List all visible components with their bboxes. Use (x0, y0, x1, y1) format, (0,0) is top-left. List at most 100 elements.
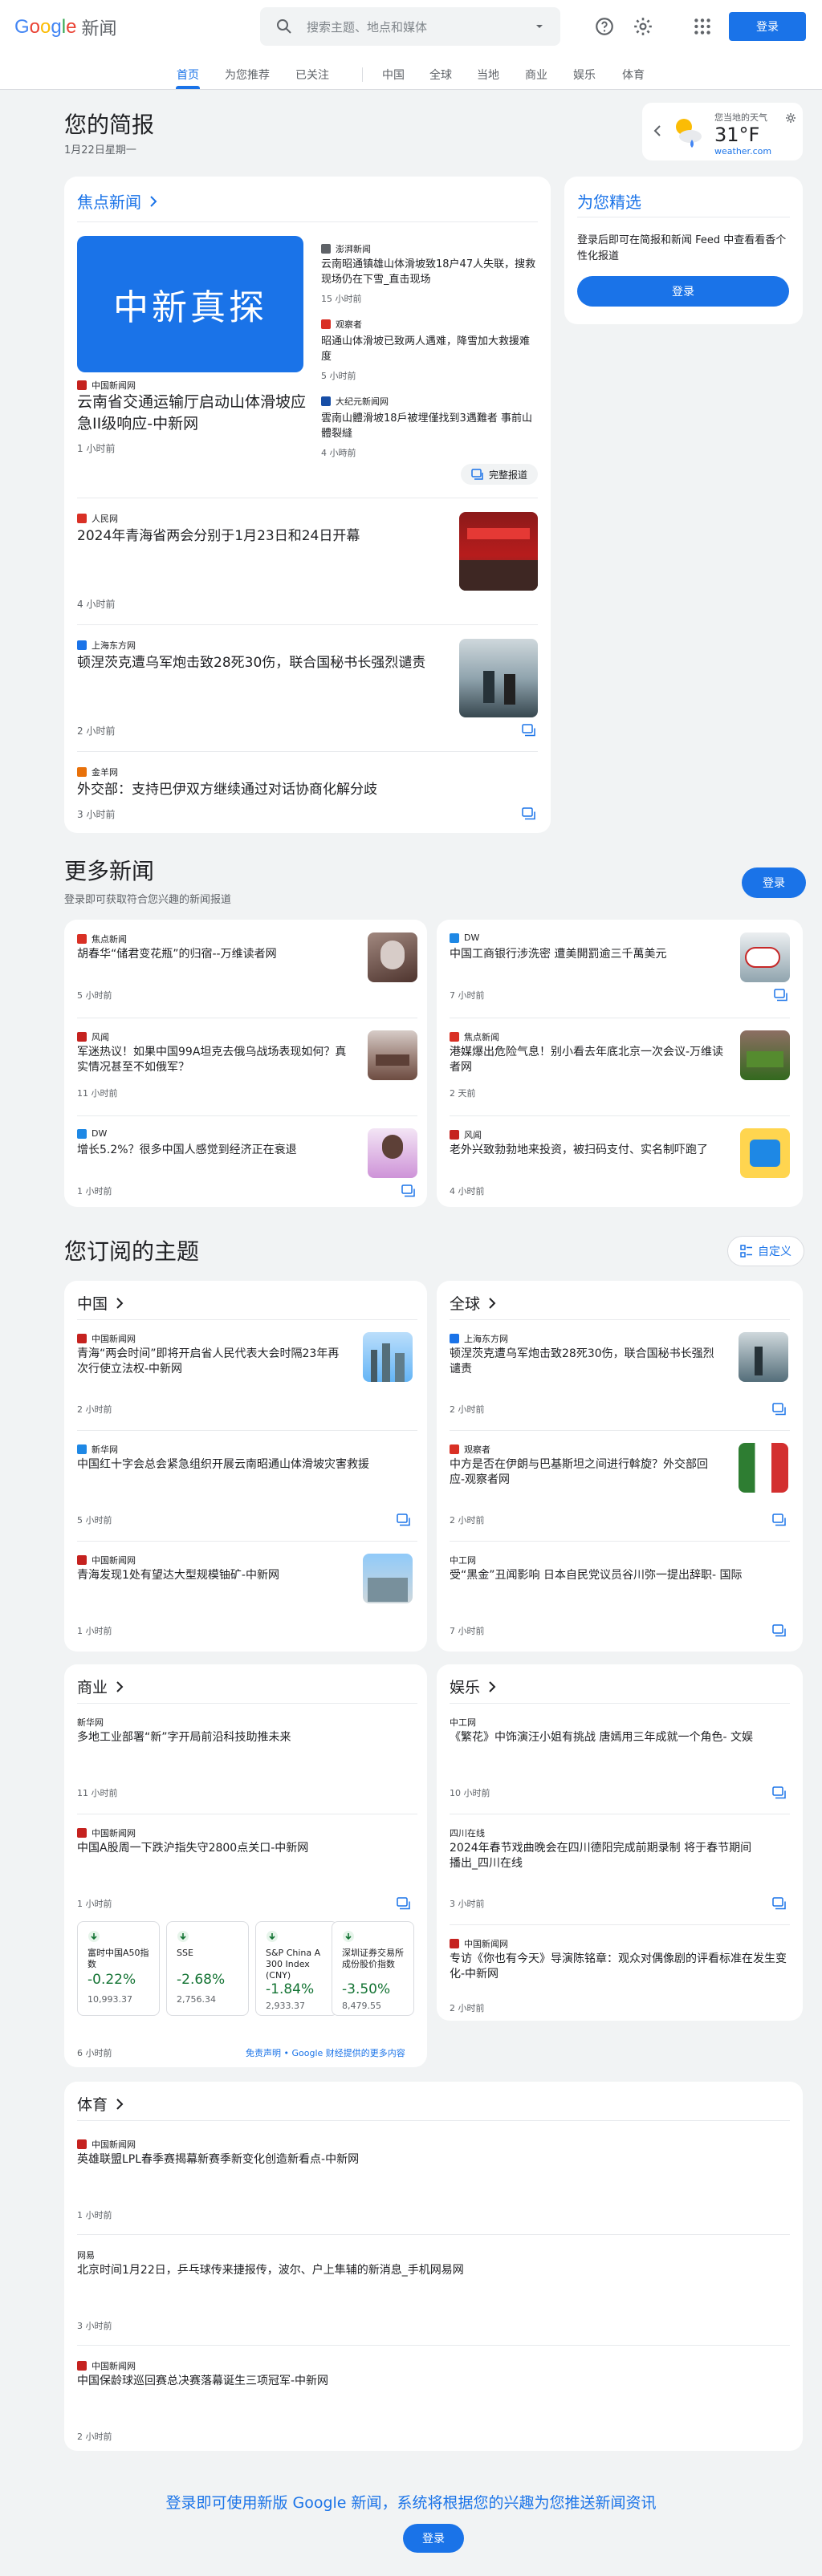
full-coverage-icon[interactable] (772, 1514, 787, 1526)
full-coverage-icon[interactable] (772, 1786, 787, 1799)
story-headline[interactable]: 青海“两会时间”即将开启省人民代表大会时隔23年再次行使立法权-中新网 (77, 1347, 350, 1377)
related-headline[interactable]: 昭通山体滑坡已致两人遇难，降雪加大救援难度 (321, 334, 538, 364)
news-wordmark: 新闻 (81, 18, 117, 39)
full-coverage-icon[interactable] (401, 1184, 416, 1197)
source-label: 人民网 (77, 512, 118, 525)
settings-gear-icon[interactable] (633, 16, 653, 37)
story-thumbnail[interactable] (363, 1554, 413, 1603)
for-you-sign-in-button[interactable]: 登录 (577, 276, 789, 307)
related-headline[interactable]: 云南昭通镇雄山体滑坡致18户47人失联，搜救现场仍在下雪_直击现场 (321, 257, 538, 287)
story-headline[interactable]: 英雄联盟LPL春季赛揭幕新赛季新变化创造新看点-中新网 (77, 2152, 767, 2168)
chevron-down-icon[interactable] (531, 18, 547, 35)
tab-entertainment[interactable]: 娱乐 (573, 67, 596, 83)
stock-card[interactable]: 深圳证券交易所成份股价指数 -3.50% 8,479.55 (332, 1921, 414, 2016)
tab-sports[interactable]: 体育 (622, 67, 645, 83)
story-headline[interactable]: 增长5.2%？很多中国人感觉到经济正在衰退 (77, 1143, 353, 1158)
sports-topic-link[interactable]: 体育 (77, 2093, 127, 2115)
tab-business[interactable]: 商业 (525, 67, 547, 83)
related-headline[interactable]: 雲南山體滑坡18戶被埋僅找到3遇難者 事前山體裂縫 (321, 411, 538, 441)
story-headline[interactable]: 顿涅茨克遭乌军炮击致28死30伤，联合国秘书长强烈谴责 (450, 1347, 722, 1377)
story-headline[interactable]: 顿涅茨克遭乌军炮击致28死30伤，联合国秘书长强烈谴责 (77, 653, 446, 673)
search-box[interactable]: 搜索主题、地点和媒体 (260, 7, 560, 46)
full-coverage-icon[interactable] (772, 1897, 787, 1910)
story-thumbnail[interactable] (739, 1332, 788, 1382)
thumbnail-detail (376, 1054, 409, 1066)
story-headline[interactable]: 中国A股周一下跌沪指失守2800点关口-中新网 (77, 1841, 414, 1856)
story-thumbnail[interactable] (740, 932, 790, 982)
story-thumbnail[interactable] (740, 1128, 790, 1178)
story-headline[interactable]: 港媒爆出危险气息！别小看去年底北京一次会议-万维读者网 (450, 1045, 726, 1075)
top-story-image[interactable]: 中新真探 (77, 236, 303, 372)
story-headline[interactable]: 中国工商银行涉洗密 遭美開罰逾三千萬美元 (450, 947, 722, 962)
story-headline[interactable]: 军迷热议！如果中国99A坦克去俄乌战场表现如何？真实情况甚至不如俄军？ (77, 1045, 353, 1075)
full-coverage-icon[interactable] (774, 989, 788, 1002)
full-coverage-button[interactable]: 完整报道 (461, 464, 538, 485)
story-thumbnail[interactable] (459, 639, 538, 717)
publisher-favicon (77, 514, 87, 523)
story-headline[interactable]: 胡春华“储君变花瓶”的归宿--万维读者网 (77, 947, 318, 962)
apps-grid-icon[interactable] (692, 16, 713, 37)
story-headline[interactable]: 老外兴致勃勃地来投资，被扫码支付、实名制吓跑了 (450, 1143, 726, 1158)
weather-source-link[interactable]: weather.com (714, 146, 771, 156)
stock-card[interactable]: 富时中国A50指数 -0.22% 10,993.37 (77, 1921, 160, 2016)
subscribed-topics-title: 您订阅的主题 (64, 1238, 200, 1265)
story-headline[interactable]: 2024年青海省两会分别于1月23日和24日开幕 (77, 526, 414, 546)
story-headline[interactable]: 受“黑金”丑闻影响 日本自民党议员谷川弥一提出辞职- 国际 (450, 1568, 790, 1583)
full-coverage-icon[interactable] (397, 1897, 411, 1910)
story-headline[interactable]: 北京时间1月22日，乒乓球传来捷报传，波尔、户上隼辅的新消息_手机网易网 (77, 2263, 767, 2278)
top-stories-link[interactable]: 焦点新闻 (77, 189, 161, 213)
full-coverage-icon[interactable] (772, 1624, 787, 1637)
story-headline[interactable]: 2024年春节戏曲晚会在四川德阳完成前期录制 将于春节期间播出_四川在线 (450, 1841, 755, 1871)
full-coverage-icon[interactable] (522, 724, 536, 737)
top-story-headline[interactable]: 云南省交通运输厅启动山体滑坡应急II级响应-中新网 (77, 392, 310, 435)
source-label: 观察者 (450, 1443, 490, 1456)
tab-world[interactable]: 全球 (429, 67, 452, 83)
finance-disclaimer-link[interactable]: 免责声明 • Google 财经提供的更多内容 (246, 2046, 405, 2059)
story-headline[interactable]: 中方是否在伊朗与巴基斯坦之间进行斡旋？外交部回应-观察者网 (450, 1457, 722, 1488)
story-thumbnail[interactable] (368, 1030, 417, 1080)
tab-home[interactable]: 首页 (177, 67, 199, 83)
more-news-sign-in-button[interactable]: 登录 (742, 867, 806, 898)
timestamp: 10 小时前 (450, 1788, 490, 1798)
story-headline[interactable]: 专访《你也有今天》导演陈铭章：观众对偶像剧的评看标准在发生变化-中新网 (450, 1952, 790, 1982)
story-headline[interactable]: 外交部：支持巴伊双方继续通过对话协商化解分歧 (77, 780, 527, 800)
stock-card[interactable]: S&P China A 300 Index (CNY) -1.84% 2,933… (255, 1921, 338, 2016)
weather-settings-icon[interactable] (785, 112, 796, 124)
tab-china[interactable]: 中国 (382, 67, 405, 83)
story-headline[interactable]: 青海发现1处有望达大型规模铀矿-中新网 (77, 1568, 350, 1583)
sign-in-button[interactable]: 登录 (729, 12, 806, 41)
story-thumbnail[interactable] (363, 1332, 413, 1382)
stock-card[interactable]: SSE -2.68% 2,756.34 (166, 1921, 249, 2016)
tab-following[interactable]: 已关注 (295, 67, 329, 83)
story-thumbnail[interactable] (739, 1443, 788, 1493)
weather-widget[interactable]: 您当地的天气 31°F weather.com (642, 103, 803, 160)
story-headline[interactable]: 中国保龄球巡回赛总决赛落幕诞生三项冠军-中新网 (77, 2374, 767, 2389)
google-news-logo[interactable]: Google 新闻 (14, 14, 116, 40)
story-thumbnail[interactable] (368, 932, 417, 982)
source-label: DW (450, 932, 479, 943)
help-icon[interactable] (594, 16, 615, 37)
story-thumbnail[interactable] (459, 512, 538, 591)
story-headline[interactable]: 中国红十字会总会紧急组织开展云南昭通山体滑坡灾害救援 (77, 1457, 414, 1473)
entertainment-topic-link[interactable]: 娱乐 (450, 1676, 499, 1697)
footer-sign-in-button[interactable]: 登录 (403, 2524, 464, 2553)
full-coverage-icon[interactable] (772, 1403, 787, 1416)
story-thumbnail[interactable] (740, 1030, 790, 1080)
divider (77, 221, 538, 222)
thumbnail-detail (467, 528, 530, 539)
timestamp: 2 小时前 (77, 2432, 112, 2442)
story-thumbnail[interactable] (368, 1128, 417, 1178)
chevron-left-icon[interactable] (652, 124, 663, 138)
publisher-favicon (450, 1130, 459, 1140)
story-headline[interactable]: 多地工业部署“新”字开局前沿科技助推未来 (77, 1730, 414, 1745)
story-headline[interactable]: 《繁花》中饰演汪小姐有挑战 唐嫣用三年成就一个角色- 文娱 (450, 1730, 790, 1745)
tab-for-you[interactable]: 为您推荐 (225, 67, 270, 83)
world-topic-link[interactable]: 全球 (450, 1292, 499, 1314)
search-input[interactable]: 搜索主题、地点和媒体 (307, 18, 531, 35)
business-topic-link[interactable]: 商业 (77, 1676, 127, 1697)
full-coverage-icon[interactable] (397, 1514, 411, 1526)
china-topic-link[interactable]: 中国 (77, 1292, 127, 1314)
full-coverage-icon[interactable] (522, 807, 536, 820)
customize-button[interactable]: 自定义 (727, 1236, 804, 1266)
tab-local[interactable]: 当地 (477, 67, 499, 83)
